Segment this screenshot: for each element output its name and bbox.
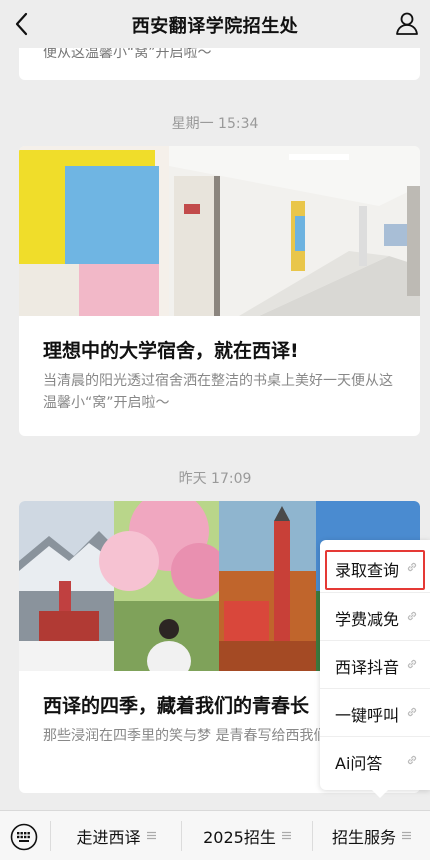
tab-2025-admissions[interactable]: 2025招生	[182, 811, 312, 860]
link-icon	[407, 755, 417, 765]
message-timestamp: 星期一 15:34	[171, 116, 259, 132]
message-timestamp: 昨天 17:09	[178, 471, 252, 487]
page-title: 西安翻译学院招生处	[131, 16, 299, 37]
top-navigation-bar: 西安翻译学院招生处	[0, 0, 430, 48]
article-summary: 当清晨的阳光透过宿舍洒在整洁的书桌上美好一天便从这温馨小“窝”开启啦～	[43, 373, 393, 411]
article-card[interactable]: 理想中的大学宿舍，就在西译! 当清晨的阳光透过宿舍洒在整洁的书桌上美好一天便从这…	[19, 146, 420, 436]
menu-item-label: Ai问答	[335, 754, 383, 773]
article-title: 理想中的大学宿舍，就在西译!	[43, 340, 299, 362]
menu-lines-icon	[281, 831, 291, 840]
link-icon	[407, 659, 417, 669]
keyboard-icon[interactable]	[10, 823, 38, 851]
tab-about-xiyi[interactable]: 走进西译	[51, 811, 181, 860]
menu-item-one-click-call[interactable]: 一键呼叫	[320, 688, 430, 736]
tab-admission-services[interactable]: 招生服务	[313, 811, 430, 860]
menu-lines-icon	[402, 831, 411, 840]
article-title: 西译的四季，藏着我们的青春长	[43, 695, 310, 717]
menu-item-tuition-waiver[interactable]: 学费减免	[320, 592, 430, 640]
menu-lines-icon	[146, 831, 156, 840]
service-popup-menu: 录取查询 学费减免 西译抖音 一键呼叫 Ai问答	[320, 540, 430, 798]
user-icon[interactable]	[394, 10, 420, 36]
article-cover-image	[19, 146, 420, 316]
menu-item-label: 学费减免	[335, 610, 400, 629]
popup-pointer-arrow	[372, 790, 388, 798]
menu-item-label: 西译抖音	[335, 658, 400, 677]
menu-item-label: 一键呼叫	[335, 706, 400, 725]
link-icon	[407, 562, 417, 572]
tab-label: 招生服务	[331, 827, 396, 847]
tab-label: 2025招生	[203, 827, 276, 847]
bottom-menu-bar: 走进西译 2025招生 招生服务	[0, 810, 430, 860]
menu-item-douyin[interactable]: 西译抖音	[320, 640, 430, 688]
link-icon	[407, 611, 417, 621]
menu-item-label: 录取查询	[335, 561, 400, 580]
link-icon	[407, 707, 417, 717]
menu-item-ai-qa[interactable]: Ai问答	[320, 736, 430, 784]
menu-item-admission-query[interactable]: 录取查询	[320, 544, 430, 592]
tab-label: 走进西译	[76, 827, 141, 847]
